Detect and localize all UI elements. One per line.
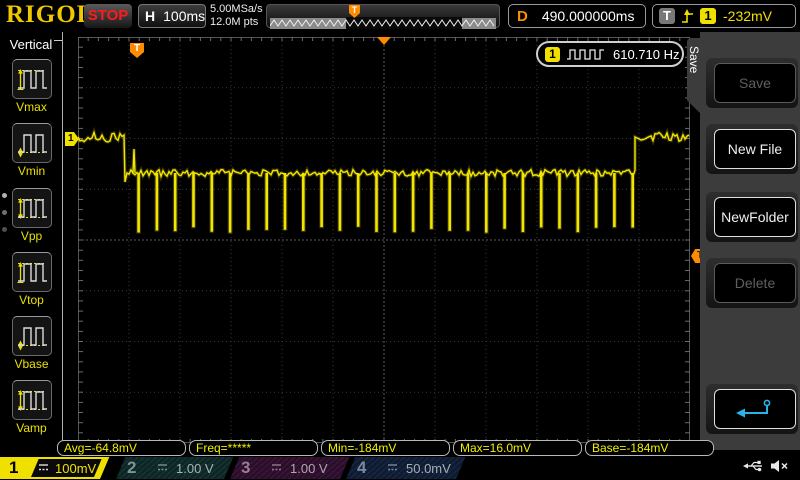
- horizontal-label: H: [145, 8, 155, 24]
- channel-2-tab[interactable]: 2 1.00 V: [116, 457, 224, 479]
- vmin-label: Vmin: [0, 164, 63, 178]
- delete-button[interactable]: Delete: [714, 263, 796, 303]
- right-softkey-menu: Save New File NewFolder Delete: [700, 32, 800, 450]
- vmax-icon: [12, 59, 52, 99]
- menu-item-vbase[interactable]: Vbase: [0, 316, 63, 371]
- vtop-label: Vtop: [0, 293, 63, 307]
- new-file-button[interactable]: New File: [714, 129, 796, 169]
- menu-item-vmin[interactable]: Vmin: [0, 123, 63, 178]
- left-menu-title: Vertical: [0, 37, 62, 52]
- square-wave-icon: [566, 48, 606, 61]
- speaker-muted-icon: [770, 459, 790, 473]
- trigger-label: T: [659, 8, 675, 24]
- ch4-coupling-icon: [386, 462, 399, 473]
- delay-label: D: [517, 8, 528, 25]
- graticule-area: 1 T T 1 610.710 Hz: [78, 37, 690, 443]
- menu-item-vtop[interactable]: Vtop: [0, 252, 63, 307]
- run-state-badge: STOP: [84, 4, 132, 28]
- softkey-slot-3: NewFolder: [706, 192, 798, 242]
- softkey-slot-4: Delete: [706, 258, 798, 308]
- ch2-number: 2: [127, 458, 136, 478]
- menu-item-vpp[interactable]: Vpp: [0, 188, 63, 243]
- ch1-number: 1: [9, 458, 18, 478]
- status-icon-tray: [742, 459, 790, 473]
- sample-rate: 5.00MSa/s: [210, 3, 263, 16]
- channel-3-tab[interactable]: 3 1.00 V: [230, 457, 340, 479]
- new-folder-button[interactable]: NewFolder: [714, 197, 796, 237]
- channel-1-tab[interactable]: 1 100mV: [0, 457, 100, 479]
- frequency-counter: 1 610.710 Hz: [536, 41, 684, 67]
- ch2-scale: 1.00 V: [176, 461, 214, 476]
- ch3-coupling-icon: [270, 462, 283, 473]
- rigol-logo: RIGOL: [6, 1, 94, 29]
- freq-counter-value: 610.710 Hz: [613, 47, 680, 62]
- ch1-scale: 100mV: [55, 461, 96, 476]
- vamp-icon: [12, 380, 52, 420]
- softkey-slot-1: Save: [706, 58, 798, 108]
- ch4-number: 4: [357, 458, 366, 478]
- softkey-slot-2: New File: [706, 124, 798, 174]
- vmax-label: Vmax: [0, 100, 63, 114]
- memory-depth: 12.0M pts: [210, 16, 263, 29]
- menu-item-vmax[interactable]: Vmax: [0, 59, 63, 114]
- trigger-slope-icon: [680, 8, 695, 25]
- vpp-icon: [12, 188, 52, 228]
- menu-back-button[interactable]: [714, 389, 796, 429]
- ch1-offset-marker[interactable]: 1: [65, 132, 79, 146]
- acquisition-info: 5.00MSa/s 12.0M pts: [210, 3, 263, 29]
- left-menu-topline: [54, 40, 62, 41]
- usb-icon: [742, 459, 764, 473]
- trigger-status-box[interactable]: T 1 -232mV: [652, 4, 796, 28]
- vbase-label: Vbase: [0, 357, 63, 371]
- ch3-scale: 1.00 V: [290, 461, 328, 476]
- measurement-base: Base=-184mV: [585, 440, 714, 456]
- return-arrow-icon: [734, 398, 776, 420]
- vmin-icon: [12, 123, 52, 163]
- horizontal-timebase-box[interactable]: H 100ms: [138, 4, 206, 28]
- measurement-max: Max=16.0mV: [453, 440, 582, 456]
- oscilloscope-screen: RIGOL STOP H 100ms 5.00MSa/s 12.0M pts T…: [0, 0, 800, 480]
- vtop-icon: [12, 252, 52, 292]
- right-menu-tab-label: Save: [687, 46, 701, 73]
- save-button[interactable]: Save: [714, 63, 796, 103]
- measurement-avg: Avg=-64.8mV: [57, 440, 186, 456]
- ch1-coupling-icon: [37, 462, 50, 473]
- timebase-value: 100ms: [163, 8, 205, 24]
- measurement-min: Min=-184mV: [321, 440, 450, 456]
- vbase-icon: [12, 316, 52, 356]
- vpp-label: Vpp: [0, 229, 63, 243]
- vamp-label: Vamp: [0, 421, 63, 435]
- ch4-scale: 50.0mV: [406, 461, 451, 476]
- delay-value: 490.000000ms: [542, 8, 635, 24]
- channel-4-tab[interactable]: 4 50.0mV: [346, 457, 456, 479]
- waveform-memory-preview[interactable]: T: [266, 4, 500, 28]
- delay-box[interactable]: D 490.000000ms: [508, 4, 646, 28]
- softkey-slot-5: [706, 384, 798, 434]
- menu-item-vamp[interactable]: Vamp: [0, 380, 63, 435]
- trigger-source-badge: 1: [700, 8, 716, 24]
- measurement-freq: Freq=*****: [189, 440, 318, 456]
- ch1-waveform: [78, 37, 690, 443]
- trigger-level-value: -232mV: [723, 8, 772, 24]
- freq-counter-source-badge: 1: [545, 47, 560, 62]
- memory-preview-strip: [270, 17, 496, 29]
- ch2-coupling-icon: [156, 462, 169, 473]
- ch3-number: 3: [241, 458, 250, 478]
